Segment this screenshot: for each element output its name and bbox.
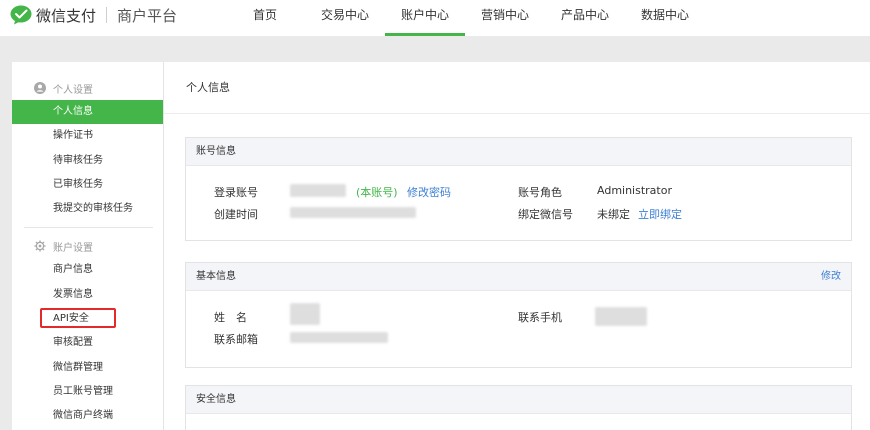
bind-now-link[interactable]: 立即绑定	[638, 206, 682, 222]
change-password-link[interactable]: 修改密码	[407, 184, 451, 200]
nav-data-center[interactable]: 数据中心	[625, 0, 705, 36]
wechat-pay-logo-icon	[10, 5, 32, 25]
top-header: 微信支付 商户平台 首页 交易中心 账户中心 营销中心 产品中心 数据中心	[0, 0, 870, 36]
bound-wechat-value: 未绑定	[597, 208, 630, 221]
sidebar-group-account: 账户设置	[12, 234, 163, 258]
contact-email-label: 联系邮箱	[214, 333, 258, 346]
gear-icon	[34, 240, 46, 252]
top-nav: 首页 交易中心 账户中心 营销中心 产品中心 数据中心	[225, 0, 705, 36]
login-account-label: 登录账号	[214, 186, 258, 199]
created-time-label: 创建时间	[214, 208, 258, 221]
sidebar-item-personal-info[interactable]: 个人信息	[12, 100, 163, 125]
account-info-header: 账号信息	[186, 138, 851, 166]
brand-logo[interactable]: 微信支付 商户平台	[10, 5, 177, 25]
bound-wechat-label: 绑定微信号	[518, 208, 573, 221]
sidebar-item-certificate[interactable]: 操作证书	[12, 124, 163, 148]
account-role-label: 账号角色	[518, 186, 562, 199]
security-info-card: 安全信息	[185, 385, 852, 430]
account-role-value: Administrator	[597, 184, 672, 197]
sidebar-item-staff-accounts[interactable]: 员工账号管理	[12, 380, 163, 404]
sidebar-item-reviewed-tasks[interactable]: 已审核任务	[12, 173, 163, 197]
page-title: 个人信息	[164, 62, 870, 114]
brand-divider	[106, 7, 108, 23]
edit-basic-info-link[interactable]: 修改	[821, 263, 841, 291]
sidebar-item-merchant-info[interactable]: 商户信息	[12, 258, 163, 282]
name-value-redacted	[290, 303, 320, 325]
sidebar-item-invoice-info[interactable]: 发票信息	[12, 283, 163, 307]
nav-marketing[interactable]: 营销中心	[465, 0, 545, 36]
nav-products[interactable]: 产品中心	[545, 0, 625, 36]
sidebar: 个人设置 个人信息 操作证书 待审核任务 已审核任务 我提交的审核任务 账户设置…	[12, 62, 163, 430]
basic-info-card: 基本信息 修改 姓 名 联系邮箱 联系手机	[185, 262, 852, 368]
user-circle-icon	[34, 82, 46, 94]
sidebar-divider	[24, 227, 153, 229]
nav-home[interactable]: 首页	[225, 0, 305, 36]
sidebar-group-label: 个人设置	[53, 84, 93, 96]
login-account-value-redacted	[290, 184, 346, 197]
sidebar-item-api-security[interactable]: API安全	[12, 307, 163, 331]
main-content: 个人信息 账号信息 登录账号 (本账号) 修改密码 创建时间 账号角色 Admi…	[163, 62, 870, 430]
sidebar-item-review-config[interactable]: 审核配置	[12, 331, 163, 355]
sidebar-item-my-submitted-tasks[interactable]: 我提交的审核任务	[12, 197, 163, 221]
brand-name: 微信支付	[36, 6, 97, 25]
contact-phone-label: 联系手机	[518, 311, 562, 324]
contact-email-value-redacted	[290, 332, 388, 343]
nav-account-center[interactable]: 账户中心	[385, 0, 465, 36]
sidebar-group-label: 账户设置	[53, 242, 93, 254]
brand-subtitle: 商户平台	[117, 6, 178, 25]
basic-info-title: 基本信息	[196, 271, 236, 282]
nav-transactions[interactable]: 交易中心	[305, 0, 385, 36]
self-account-tag: (本账号)	[356, 186, 398, 199]
sidebar-item-wechat-group[interactable]: 微信群管理	[12, 356, 163, 380]
security-info-header: 安全信息	[186, 386, 851, 414]
sidebar-item-pending-tasks[interactable]: 待审核任务	[12, 149, 163, 173]
account-info-card: 账号信息 登录账号 (本账号) 修改密码 创建时间 账号角色 Administr…	[185, 137, 852, 241]
basic-info-header: 基本信息 修改	[186, 263, 851, 291]
sidebar-item-merchant-terminal[interactable]: 微信商户终端	[12, 404, 163, 428]
created-time-value-redacted	[290, 207, 416, 218]
contact-phone-value-redacted	[595, 307, 647, 326]
name-label: 姓 名	[214, 311, 247, 324]
sidebar-group-personal: 个人设置	[12, 76, 163, 100]
